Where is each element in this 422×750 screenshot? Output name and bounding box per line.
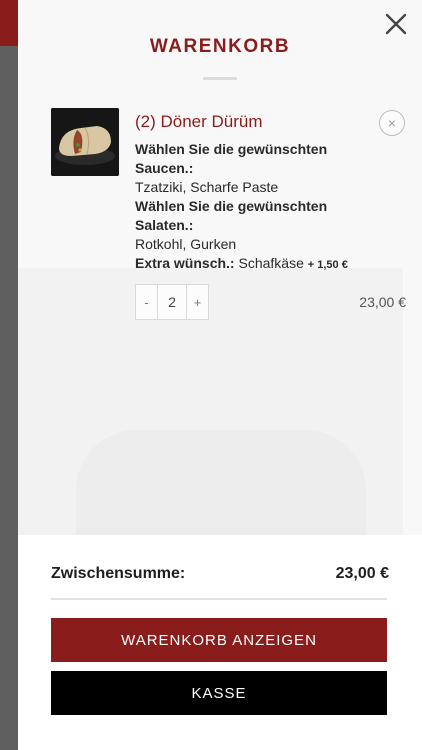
item-name[interactable]: (2) Döner Dürüm bbox=[135, 112, 263, 132]
close-cart-button[interactable] bbox=[382, 10, 410, 38]
footer-divider bbox=[51, 598, 387, 600]
option-label-sauces-line1: Wählen Sie die gewünschten bbox=[135, 141, 328, 157]
background-ghost-line bbox=[203, 77, 237, 80]
cart-footer: Zwischensumme: 23,00 € WARENKORB ANZEIGE… bbox=[18, 535, 422, 750]
option-value-sauces: Tzatziki, Scharfe Paste bbox=[135, 179, 279, 195]
remove-item-icon: × bbox=[387, 115, 397, 131]
option-extras: Extra wünsch.: Schafkäse + 1,50 € bbox=[135, 254, 405, 275]
cart-items-area: WARENKORB (2) Döner Dürüm × Wählen Sie d… bbox=[18, 0, 422, 540]
increase-quantity-button[interactable]: + bbox=[187, 285, 208, 319]
background-ghost-image bbox=[76, 430, 366, 540]
cart-item: (2) Döner Dürüm × Wählen Sie die gewünsc… bbox=[51, 108, 406, 328]
option-value-extras: Schafkäse bbox=[238, 255, 304, 271]
option-label-salads-line2: Salaten.: bbox=[135, 217, 194, 233]
background-overlay-left bbox=[0, 46, 18, 750]
checkout-button[interactable]: KASSE bbox=[51, 671, 387, 715]
item-image bbox=[51, 108, 119, 176]
cart-title: WARENKORB bbox=[149, 36, 291, 57]
option-value-salads: Rotkohl, Gurken bbox=[135, 236, 237, 252]
background-header-bar bbox=[0, 0, 20, 46]
cart-drawer: WARENKORB (2) Döner Dürüm × Wählen Sie d… bbox=[18, 0, 422, 750]
doner-durum-image bbox=[51, 108, 119, 176]
item-line-total: 23,00 € bbox=[359, 294, 406, 310]
quantity-stepper: - 2 + bbox=[135, 284, 209, 320]
quantity-value[interactable]: 2 bbox=[157, 285, 187, 319]
close-icon bbox=[385, 13, 407, 35]
option-surcharge: + 1,50 € bbox=[307, 259, 348, 271]
remove-item-button[interactable]: × bbox=[379, 110, 405, 136]
subtotal-value: 23,00 € bbox=[335, 565, 389, 582]
item-options: Wählen Sie die gewünschten Saucen.: Tzat… bbox=[135, 140, 405, 275]
option-label-salads-line1: Wählen Sie die gewünschten bbox=[135, 198, 328, 214]
subtotal-label: Zwischensumme: bbox=[51, 565, 186, 582]
decrease-quantity-button[interactable]: - bbox=[136, 285, 157, 319]
option-label-sauces-line2: Saucen.: bbox=[135, 160, 194, 176]
view-cart-button[interactable]: WARENKORB ANZEIGEN bbox=[51, 618, 387, 662]
option-label-extras: Extra wünsch.: bbox=[135, 255, 235, 271]
